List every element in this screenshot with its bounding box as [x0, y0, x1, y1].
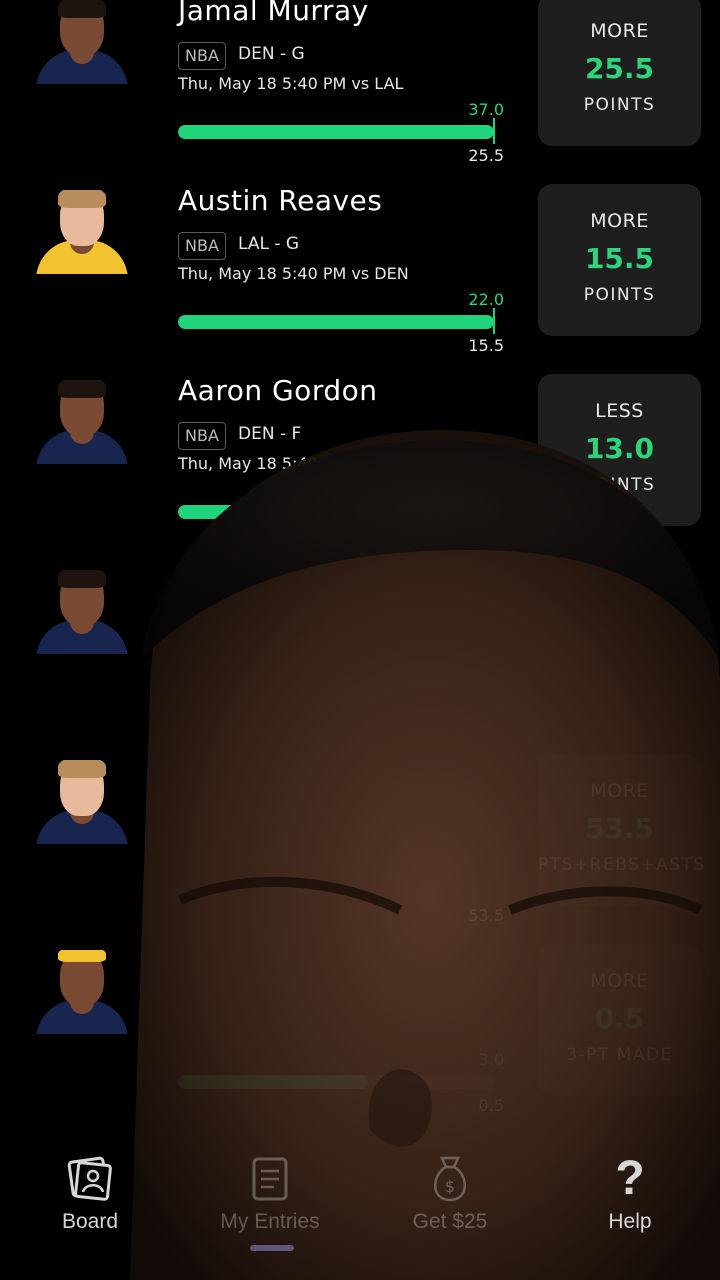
pick-row[interactable]: 3.0 0.5 MORE 0.5 3-PT MADE [0, 940, 720, 1130]
help-icon: ? [615, 1152, 645, 1205]
league-badge: NBA [178, 232, 226, 260]
game-time: Thu, May 18 5:40 PM vs DEN [178, 264, 409, 283]
nav-help[interactable]: ? Help [560, 1152, 700, 1234]
svg-text:$: $ [445, 1177, 455, 1196]
pick-direction: MORE [590, 20, 649, 42]
nav-my-entries[interactable]: My Entries [200, 1152, 340, 1234]
line-value: 25.5 [468, 146, 504, 165]
line-marker [493, 308, 495, 334]
projection-card[interactable]: MORE 15.5 POINTS [538, 184, 701, 336]
progress-track [178, 125, 494, 139]
board-icon [20, 1152, 160, 1206]
league-badge: NBA [178, 42, 226, 70]
projection-card[interactable]: LESS 13.0 POINTS [538, 374, 701, 526]
progress-fill [178, 505, 273, 519]
projection-card[interactable]: MORE 25.5 POINTS [538, 0, 701, 146]
league-badge: NBA [178, 422, 226, 450]
actual-value: 22.0 [468, 290, 504, 309]
player-avatar [36, 190, 128, 274]
money-bag-icon: $ [380, 1152, 520, 1206]
line-marker [493, 118, 495, 144]
nav-board[interactable]: Board [20, 1152, 160, 1234]
pick-direction: MORE [590, 210, 649, 232]
pick-row[interactable]: Aaron Gordon NBA DEN - F Thu, May 18 5:40 P… [0, 370, 720, 560]
pick-direction: MORE [590, 970, 649, 992]
entries-icon [200, 1152, 340, 1206]
stat-type: POINTS [583, 475, 656, 495]
game-time: Thu, May 18 5:40 PM vs LAL [178, 74, 404, 93]
home-indicator [250, 1245, 294, 1251]
player-name: Aaron Gordon [178, 374, 378, 407]
progress-fill [178, 1075, 368, 1089]
player-avatar [36, 380, 128, 464]
projection-value: 25.5 [584, 52, 655, 85]
projection-value: 15.5 [584, 242, 655, 275]
player-avatar [36, 950, 128, 1034]
projection-value: 0.5 [594, 1002, 645, 1035]
game-time: Thu, May 18 5:40 PM [178, 454, 347, 473]
progress-fill [178, 125, 494, 139]
player-name: Austin Reaves [178, 184, 383, 217]
progress-track [178, 315, 494, 329]
team-position: DEN - G [238, 44, 305, 64]
pick-row[interactable]: 53.5 MORE 53.5 PTS+REBS+ASTS [0, 750, 720, 940]
stat-type: 3-PT MADE [566, 1045, 673, 1065]
nav-help-label: Help [608, 1210, 652, 1233]
pick-row[interactable] [0, 560, 720, 750]
actual-value: 3.0 [478, 1050, 504, 1069]
player-avatar [36, 760, 128, 844]
line-value: 0.5 [478, 1096, 504, 1115]
nav-get-25-label: Get $25 [412, 1210, 488, 1233]
bottom-nav: Board My Entries $ Get $25 ? Help [0, 1140, 720, 1280]
projection-value: 13.0 [584, 432, 655, 465]
projection-card[interactable]: MORE 0.5 3-PT MADE [538, 944, 701, 1096]
team-position: DEN - F [238, 424, 302, 444]
nav-board-label: Board [61, 1210, 119, 1233]
stat-type: POINTS [583, 285, 656, 305]
stat-type: POINTS [583, 95, 656, 115]
stat-type: PTS+REBS+ASTS [538, 855, 706, 875]
projection-value: 53.5 [584, 812, 655, 845]
picks-feed: Jamal Murray NBA DEN - G Thu, May 18 5:40 P… [0, 0, 720, 1130]
nav-get-25[interactable]: $ Get $25 [380, 1152, 520, 1234]
player-avatar [36, 0, 128, 84]
nav-my-entries-label: My Entries [220, 1210, 320, 1233]
pick-row[interactable]: Jamal Murray NBA DEN - G Thu, May 18 5:40 P… [0, 0, 720, 180]
pick-direction: LESS [595, 400, 644, 422]
team-position: LAL - G [238, 234, 300, 254]
progress-track [178, 505, 494, 519]
pick-direction: MORE [590, 780, 649, 802]
line-value: 53.5 [468, 906, 504, 925]
player-name: Jamal Murray [178, 0, 369, 27]
projection-card[interactable]: MORE 53.5 PTS+REBS+ASTS [538, 754, 706, 906]
actual-value: 37.0 [468, 100, 504, 119]
progress-fill [178, 315, 494, 329]
progress-track [178, 1075, 494, 1089]
player-avatar [36, 570, 128, 654]
line-value: 15.5 [468, 336, 504, 355]
pick-row[interactable]: Austin Reaves NBA LAL - G Thu, May 18 5:40 … [0, 180, 720, 370]
